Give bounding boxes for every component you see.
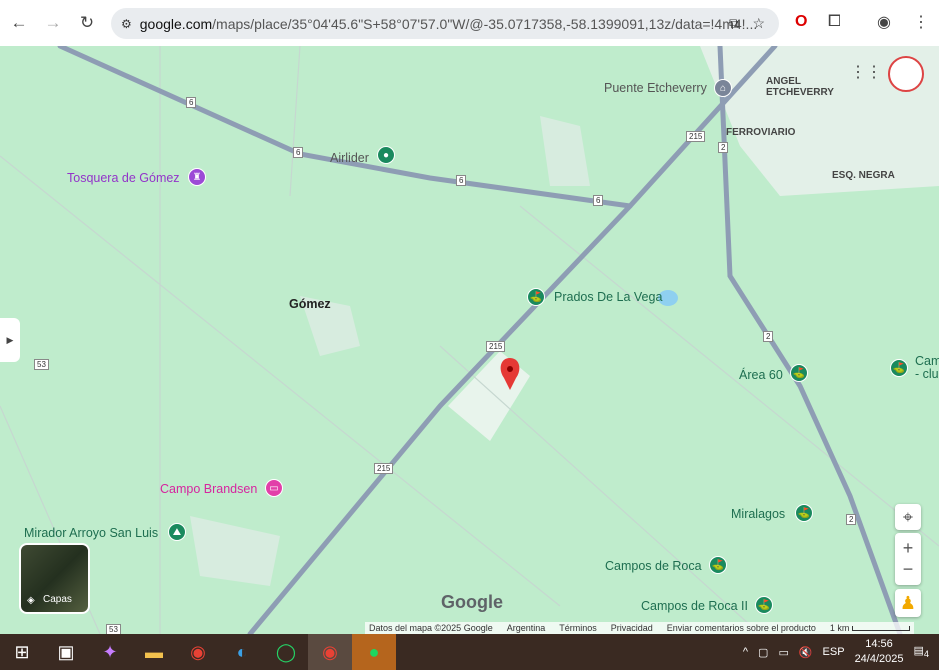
opera-extension-icon[interactable]: O	[795, 13, 807, 31]
road-network	[0, 46, 939, 634]
area-label: ESQ. NEGRA	[832, 170, 895, 181]
clock[interactable]: 14:56 24/4/2025	[855, 637, 904, 667]
camera-icon[interactable]: ▢	[758, 646, 768, 659]
privacy-link[interactable]: Privacidad	[611, 623, 653, 633]
country-link[interactable]: Argentina	[507, 623, 546, 633]
install-app-icon[interactable]: ⧉	[729, 15, 739, 32]
road-shield: 6	[293, 147, 304, 158]
whatsapp-icon[interactable]: ◯	[264, 634, 308, 670]
time: 14:56	[865, 638, 893, 650]
road-shield: 2	[763, 331, 774, 342]
url-path: /maps/place/35°04'45.6"S+58°07'57.0"W/@-…	[212, 15, 758, 32]
place-label[interactable]: Campos de Roca	[605, 559, 702, 573]
zoom-in-button[interactable]: +	[903, 538, 914, 559]
address-bar[interactable]: ⚙ google.com/maps/place/35°04'45.6"S+58°…	[111, 8, 779, 39]
file-explorer-icon[interactable]: ▬	[132, 634, 176, 670]
area-label: ANGEL ETCHEVERRY	[766, 76, 834, 98]
system-tray: ^ ▢ ▭ 🔇 ESP 14:56 24/4/2025 ▤4	[743, 634, 939, 670]
road-shield: 215	[686, 131, 706, 142]
place-label[interactable]: Prados De La Vega	[554, 290, 662, 304]
place-label[interactable]: Área 60	[739, 368, 783, 382]
landmark-poi-icon[interactable]: ♜	[188, 168, 206, 186]
road-shield: 2	[846, 514, 857, 525]
place-label[interactable]: Puente Etcheverry	[604, 81, 707, 95]
notifications-button[interactable]: ▤4	[914, 644, 930, 659]
notification-count: 4	[923, 649, 929, 660]
scale-bar[interactable]: 1 km	[830, 623, 910, 633]
google-apps-icon[interactable]: ⋮⋮	[850, 62, 882, 82]
hiking-poi-icon[interactable]: ⛰	[168, 523, 186, 541]
spotify-icon[interactable]: ●	[352, 634, 396, 670]
road-shield: 215	[486, 341, 506, 352]
golf-poi-icon[interactable]: ⛳	[755, 596, 773, 614]
chrome-active-icon[interactable]: ◉	[308, 634, 352, 670]
golf-poi-icon[interactable]: ⛳	[890, 359, 908, 377]
url-host: google.com	[139, 15, 213, 32]
layers-icon: ◈	[27, 595, 35, 606]
date: 24/4/2025	[854, 653, 904, 665]
road-shield: 6	[456, 175, 467, 186]
reload-button[interactable]: ↻	[72, 8, 102, 38]
volume-muted-icon[interactable]: 🔇	[799, 646, 813, 659]
zoom-controls: + −	[895, 533, 921, 585]
scale-label: 1 km	[829, 623, 850, 633]
task-view-button[interactable]: ▣	[44, 634, 88, 670]
place-label[interactable]: Mirador Arroyo San Luis	[24, 526, 158, 540]
place-label[interactable]: Miralagos	[731, 507, 785, 521]
menu-icon[interactable]: ⋮	[913, 12, 929, 32]
google-logo: Google	[441, 592, 503, 612]
copilot-icon[interactable]: ✦	[88, 634, 132, 670]
poi-icon[interactable]: ●	[377, 146, 395, 164]
map-attribution: Datos del mapa ©2025 Google Argentina Té…	[365, 622, 914, 634]
street-view-pegman[interactable]: ♟	[895, 589, 921, 617]
road-shield: 215	[374, 463, 394, 474]
map-data-link[interactable]: Datos del mapa ©2025 Google	[369, 623, 493, 633]
my-location-button[interactable]: ⌖	[895, 504, 921, 530]
network-icon[interactable]: ▭	[778, 646, 788, 659]
expand-side-panel-button[interactable]: ▶	[0, 318, 20, 362]
start-button[interactable]: ⊞	[0, 634, 44, 670]
place-label[interactable]: Airlider	[330, 151, 369, 165]
golf-poi-icon[interactable]: ⛳	[709, 556, 727, 574]
area-label: FERROVIARIO	[726, 127, 796, 138]
road-shield: 6	[186, 97, 197, 108]
layers-label: Capas	[43, 594, 72, 605]
town-label: Gómez	[289, 297, 331, 311]
chrome-icon[interactable]: ◉	[176, 634, 220, 670]
bridge-poi-icon[interactable]: ⌂	[714, 79, 732, 97]
layers-button[interactable]: ◈ Capas	[19, 543, 90, 614]
show-hidden-icons-button[interactable]: ^	[743, 646, 748, 658]
road-shield: 53	[106, 624, 121, 634]
back-button[interactable]: ←	[4, 8, 34, 38]
forward-button[interactable]: →	[38, 8, 68, 38]
terms-link[interactable]: Términos	[559, 623, 597, 633]
place-label[interactable]: Cam - clu	[915, 355, 939, 381]
lodging-poi-icon[interactable]: ▭	[265, 479, 283, 497]
map-canvas[interactable]: 6 6 6 6 215 215 215 2 2 2 53 53 Puente E…	[0, 46, 939, 634]
edge-icon[interactable]: ◐	[220, 634, 264, 670]
bookmark-star-icon[interactable]: ☆	[752, 15, 765, 32]
road-shield: 6	[593, 195, 604, 206]
extensions-icon[interactable]: ⧠	[828, 13, 841, 31]
profile-avatar[interactable]: ◉	[877, 12, 891, 32]
golf-poi-icon[interactable]: ⛳	[790, 364, 808, 382]
road-shield: 53	[34, 359, 49, 370]
road-shield: 2	[718, 142, 729, 153]
place-label[interactable]: Campos de Roca II	[641, 599, 748, 613]
golf-poi-icon[interactable]: ⛳	[795, 504, 813, 522]
windows-taskbar: ⊞ ▣ ✦ ▬ ◉ ◐ ◯ ◉ ● ^ ▢ ▭ 🔇 ESP 14:56 24/4…	[0, 634, 939, 670]
browser-toolbar: ← → ↻ ⚙ google.com/maps/place/35°04'45.6…	[0, 0, 939, 46]
site-info-icon[interactable]: ⚙	[121, 17, 132, 31]
place-label[interactable]: Tosquera de Gómez	[67, 171, 180, 185]
account-avatar[interactable]	[888, 56, 924, 92]
feedback-link[interactable]: Enviar comentarios sobre el producto	[667, 623, 816, 633]
zoom-out-button[interactable]: −	[903, 559, 914, 580]
golf-poi-icon[interactable]: ⛳	[527, 288, 545, 306]
language-indicator[interactable]: ESP	[823, 646, 845, 658]
place-label[interactable]: Campo Brandsen	[160, 482, 257, 496]
